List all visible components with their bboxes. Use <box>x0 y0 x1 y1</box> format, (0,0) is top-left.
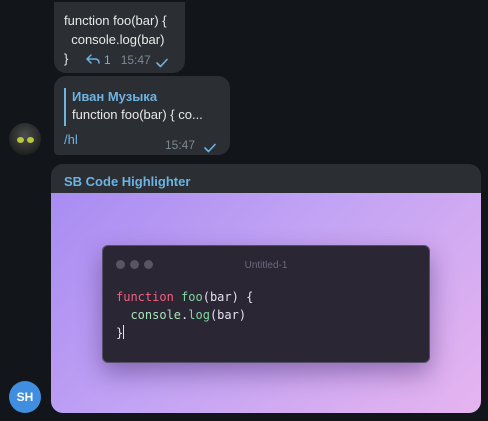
code-param: bar <box>209 290 232 304</box>
bot-avatar[interactable]: SH <box>9 381 41 413</box>
reply-author: Иван Музыка <box>72 89 158 104</box>
reply-snippet: function foo(bar) { co... <box>72 107 203 122</box>
bot-command-link[interactable]: /hl <box>64 131 78 148</box>
chat-area: function foo(bar) { console.log(bar) } 1… <box>0 0 488 421</box>
message-text-line: function foo(bar) { <box>64 13 167 28</box>
message-text-line: console.log(bar) <box>64 32 165 47</box>
code-block: function foo(bar) { console.log(bar) } <box>116 288 253 342</box>
reply-arrow-icon[interactable] <box>86 52 100 69</box>
code-method: log <box>188 308 210 322</box>
reply-quote[interactable]: Иван Музыка function foo(bar) { co... <box>64 88 219 126</box>
read-check-icon <box>155 56 169 67</box>
message-meta: 15:47 <box>165 137 217 154</box>
window-title: Untitled-1 <box>244 260 288 271</box>
code-function-name: foo <box>181 290 203 304</box>
message-text-line: } <box>64 51 69 66</box>
user-avatar[interactable] <box>9 123 41 155</box>
code-punct: ) { <box>231 290 254 304</box>
message-bubble-bot[interactable]: SB Code Highlighter Untitled-1 function … <box>51 164 481 413</box>
message-time: 15:47 <box>120 53 151 67</box>
code-object: console <box>130 308 182 322</box>
code-args: (bar) <box>209 308 247 322</box>
code-punct: ( <box>202 290 210 304</box>
avatar-eye <box>27 137 34 143</box>
avatar-eye <box>17 137 24 143</box>
code-image-preview[interactable]: Untitled-1 function foo(bar) { console.l… <box>51 193 481 413</box>
reply-count[interactable]: 1 <box>104 52 111 69</box>
message-time: 15:47 <box>165 138 196 152</box>
read-check-icon <box>203 141 217 152</box>
code-window: Untitled-1 function foo(bar) { console.l… <box>102 245 430 363</box>
code-keyword: function <box>116 290 174 304</box>
code-punct: } <box>116 326 124 340</box>
text-cursor <box>123 325 125 339</box>
message-bubble-reply[interactable]: Иван Музыка function foo(bar) { co... /h… <box>54 76 230 155</box>
message-meta: 1 15:47 <box>86 52 169 69</box>
sender-name[interactable]: SB Code Highlighter <box>64 173 190 190</box>
message-bubble-code[interactable]: function foo(bar) { console.log(bar) } 1… <box>54 2 185 73</box>
